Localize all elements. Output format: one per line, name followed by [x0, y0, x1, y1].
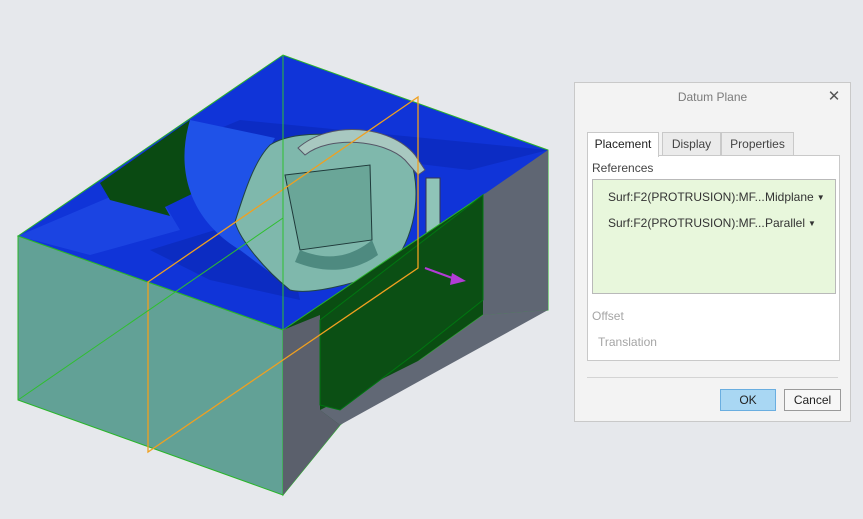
reference-name: Surf:F2(PROTRUSION):MF...	[608, 190, 765, 204]
references-list[interactable]: Surf:F2(PROTRUSION):MF... Midplane ▼ Surf…	[592, 179, 836, 294]
dialog-title: Datum Plane	[677, 90, 748, 104]
datum-plane-dialog: Datum Plane ✕ Placement Display Properti…	[574, 82, 851, 422]
placement-panel: References Surf:F2(PROTRUSION):MF... Mid…	[587, 155, 840, 361]
chevron-down-icon: ▼	[808, 219, 816, 228]
reference-name: Surf:F2(PROTRUSION):MF...	[608, 216, 765, 230]
constraint-value: Parallel	[765, 216, 806, 230]
translation-label: Translation	[598, 335, 657, 349]
tab-placement[interactable]: Placement	[587, 132, 659, 157]
ok-button[interactable]: OK	[720, 389, 776, 411]
tab-display[interactable]: Display	[662, 132, 721, 156]
constraint-dropdown[interactable]: Parallel ▼	[765, 216, 816, 230]
offset-label: Offset	[592, 309, 624, 323]
divider	[587, 377, 838, 378]
chevron-down-icon: ▼	[816, 193, 825, 202]
constraint-value: Midplane	[765, 190, 814, 204]
tab-properties[interactable]: Properties	[721, 132, 794, 156]
references-label: References	[592, 161, 654, 175]
reference-row[interactable]: Surf:F2(PROTRUSION):MF... Midplane ▼	[593, 186, 835, 208]
constraint-dropdown[interactable]: Midplane ▼	[765, 190, 825, 204]
reference-row[interactable]: Surf:F2(PROTRUSION):MF... Parallel ▼	[593, 212, 835, 234]
close-icon[interactable]: ✕	[827, 89, 841, 104]
cancel-button[interactable]: Cancel	[784, 389, 841, 411]
